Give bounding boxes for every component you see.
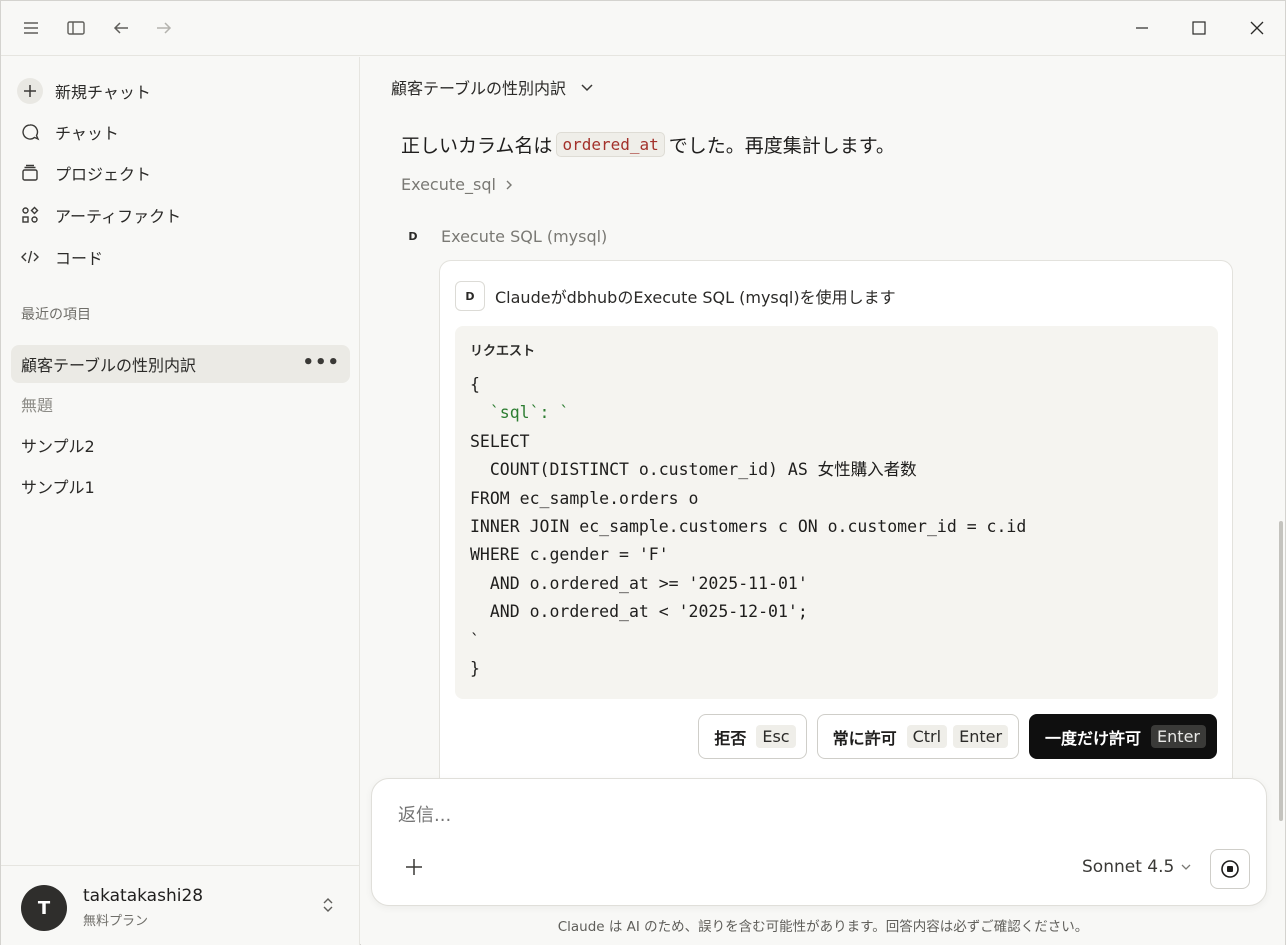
recent-section-label: 最近の項目 [21,307,91,323]
request-box: リクエスト { `sql`: ` SELECT COUNT(DISTINCT o… [455,326,1218,699]
scrollbar[interactable] [1279,521,1283,821]
code-line: `sql`: ` [470,403,570,423]
tool-call-link[interactable]: Execute_sql [401,175,514,194]
user-name: takatakashi28 [83,886,204,906]
conversation-panel: 顧客テーブルの性別内訳 正しいカラム名は ordered_at でした。再度集計… [361,57,1285,945]
code-line: COUNT(DISTINCT o.customer_id) AS 女性購入者数 [470,460,917,480]
tool-status-row: D Execute SQL (mysql) [403,226,607,246]
recent-item-label: サンプル1 [21,478,95,497]
code-line: FROM ec_sample.orders o [470,488,699,508]
dbhub-badge: D [455,281,485,311]
stop-icon [1221,860,1239,878]
code-line: ` [470,630,480,650]
user-menu[interactable]: T takatakashi28 無料プラン [1,865,359,945]
deny-button[interactable]: 拒否 Esc [698,714,807,759]
allow-once-button[interactable]: 一度だけ許可 Enter [1029,714,1217,759]
conversation-title[interactable]: 顧客テーブルの性別内訳 [391,75,594,99]
minimize-icon[interactable] [1122,11,1162,45]
disclaimer: Claude は AI のため、誤りを含む可能性があります。回答内容は必ずご確認… [557,919,1089,935]
app-window: 新規チャット チャット プロジェクト アーティファクト コード 最近の項目 顧客… [0,0,1286,945]
artifacts-icon [17,202,43,228]
tool-name: Execute SQL (mysql) [441,226,608,246]
inline-code: ordered_at [556,132,665,157]
recent-item[interactable]: サンプル1 [11,467,350,505]
nav-code[interactable]: コード [17,241,103,273]
stop-button[interactable] [1210,849,1250,889]
recent-item-label: サンプル2 [21,437,95,456]
add-attachment-icon[interactable] [400,853,428,881]
more-options-icon[interactable]: ••• [302,354,340,372]
plus-icon [17,78,43,104]
nav-label: 新規チャット [55,83,151,102]
recent-item-label: 無題 [21,396,54,415]
folder-icon [17,160,43,186]
title-bar [1,1,1285,56]
back-arrow-icon[interactable] [106,13,136,43]
nav-label: アーティファクト [55,207,182,226]
maximize-icon[interactable] [1179,11,1219,45]
code-line: INNER JOIN ec_sample.customers c ON o.cu… [470,516,1027,536]
composer: Sonnet 4.5 [371,778,1267,906]
sidebar: 新規チャット チャット プロジェクト アーティファクト コード 最近の項目 顧客… [1,57,360,945]
permission-card: D ClaudeがdbhubのExecute SQL (mysql)を使用します… [439,260,1233,800]
code-line: SELECT [470,431,530,451]
nav-new-chat[interactable]: 新規チャット [17,75,151,107]
nav-label: チャット [55,124,119,143]
model-name: Sonnet 4.5 [1082,857,1175,877]
always-allow-button[interactable]: 常に許可 Ctrl Enter [816,714,1020,759]
reply-input[interactable] [398,805,1098,826]
keyboard-hint: Esc [756,725,796,748]
code-block: { `sql`: ` SELECT COUNT(DISTINCT o.custo… [470,371,1026,683]
code-icon [17,244,43,270]
keyboard-hint: Enter [1151,725,1206,748]
recent-item[interactable]: 無題 [11,385,350,423]
chevron-right-icon [506,180,512,189]
nav-projects[interactable]: プロジェクト [17,157,151,189]
forward-arrow-icon[interactable] [149,13,179,43]
permission-heading: D ClaudeがdbhubのExecute SQL (mysql)を使用します [455,281,896,311]
sidebar-toggle-icon[interactable] [61,13,91,43]
close-icon[interactable] [1237,11,1277,45]
chat-icon [17,119,43,145]
nav-artifacts[interactable]: アーティファクト [17,199,181,231]
code-line: { [470,375,480,394]
nav-chats[interactable]: チャット [17,116,119,148]
user-plan: 無料プラン [83,914,149,929]
menu-icon[interactable] [16,13,46,43]
keyboard-hint: Enter [953,725,1009,748]
code-line: AND o.ordered_at < '2025-12-01'; [470,602,808,622]
nav-label: プロジェクト [55,165,152,184]
permission-heading-text: ClaudeがdbhubのExecute SQL (mysql)を使用します [495,288,896,307]
code-line: WHERE c.gender = 'F' [470,545,669,565]
conversation-title-text: 顧客テーブルの性別内訳 [391,79,567,98]
recent-item[interactable]: 顧客テーブルの性別内訳 ••• [11,345,350,383]
request-label: リクエスト [470,344,536,359]
dbhub-badge: D [408,229,418,243]
chevron-down-icon [581,84,593,92]
permission-actions: 拒否 Esc 常に許可 Ctrl Enter 一度だけ許可 Enter [698,714,1217,759]
chevron-up-down-icon[interactable] [321,896,335,918]
recent-item-label: 顧客テーブルの性別内訳 [21,356,197,375]
code-line: } [470,658,480,678]
avatar: T [21,885,67,931]
code-line: AND o.ordered_at >= '2025-11-01' [470,573,808,593]
nav-label: コード [55,249,104,268]
keyboard-hint: Ctrl [906,725,948,748]
chevron-down-icon [1181,864,1191,870]
model-selector[interactable]: Sonnet 4.5 [1082,857,1192,877]
assistant-message: 正しいカラム名は ordered_at でした。再度集計します。 [401,131,895,158]
recent-item[interactable]: サンプル2 [11,426,350,464]
